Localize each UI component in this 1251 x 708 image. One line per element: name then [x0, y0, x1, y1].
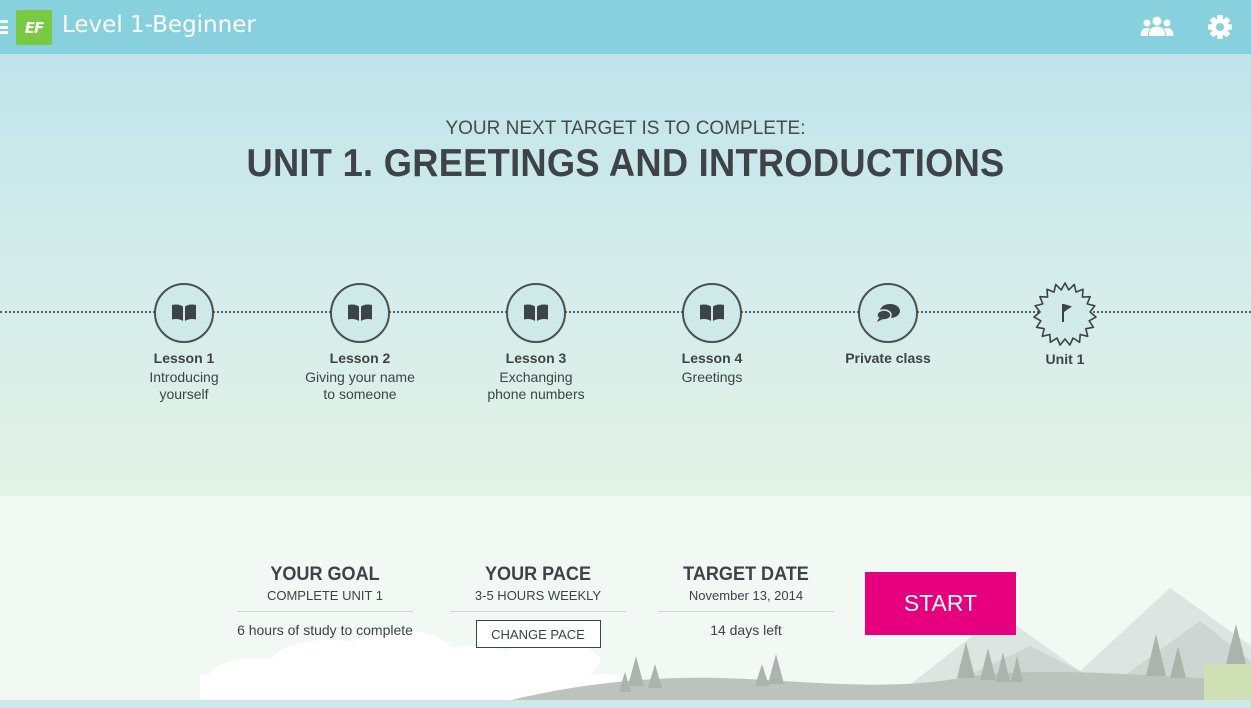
target-date-heading: TARGET DATE: [683, 564, 809, 585]
step-unit-1[interactable]: Unit 1: [975, 280, 1155, 367]
step-lesson-1[interactable]: Lesson 1 Introducing yourself: [94, 283, 274, 403]
step-name: Lesson 4: [681, 350, 743, 366]
start-button[interactable]: START: [865, 572, 1016, 635]
step-name: Lesson 2: [329, 350, 391, 366]
goal-panel: YOUR GOAL COMPLETE UNIT 1 6 hours of stu…: [237, 564, 413, 638]
chat-icon: [858, 283, 918, 343]
step-name: Lesson 1: [153, 350, 215, 366]
hero-section: YOUR NEXT TARGET IS TO COMPLETE: UNIT 1.…: [0, 54, 1251, 496]
app-title: Level 1-Beginner: [62, 12, 256, 38]
book-icon: [154, 283, 214, 343]
target-kicker: YOUR NEXT TARGET IS TO COMPLETE:: [445, 118, 806, 139]
menu-icon[interactable]: [0, 20, 8, 34]
gear-icon[interactable]: [1206, 13, 1234, 41]
book-icon: [682, 283, 742, 343]
step-name: Private class: [845, 350, 931, 366]
pace-value: 3-5 HOURS WEEKLY: [474, 588, 602, 603]
divider: [658, 611, 834, 612]
step-lesson-4[interactable]: Lesson 4 Greetings: [622, 283, 802, 386]
step-desc: Giving your name to someone: [305, 369, 415, 402]
goal-heading: YOUR GOAL: [270, 564, 380, 585]
pace-heading: YOUR PACE: [485, 564, 591, 585]
step-name: Unit 1: [1045, 351, 1085, 367]
ef-logo: EF: [16, 10, 52, 45]
change-pace-button[interactable]: CHANGE PACE: [475, 620, 601, 648]
divider: [450, 611, 626, 612]
target-date-panel: TARGET DATE November 13, 2014 14 days le…: [658, 564, 834, 638]
days-left: 14 days left: [710, 622, 782, 638]
book-icon: [506, 283, 566, 343]
pace-panel: YOUR PACE 3-5 HOURS WEEKLY CHANGE PACE: [450, 564, 626, 648]
divider: [237, 611, 413, 612]
step-desc: Greetings: [681, 369, 743, 385]
flag-badge-icon: [1032, 280, 1098, 346]
step-desc: Introducing yourself: [149, 369, 219, 402]
goal-value: COMPLETE UNIT 1: [266, 588, 384, 603]
step-desc: Exchanging phone numbers: [487, 369, 585, 402]
unit-title: UNIT 1. GREETINGS AND INTRODUCTIONS: [246, 142, 1005, 185]
goal-note: 6 hours of study to complete: [237, 622, 413, 638]
top-bar: EF Level 1-Beginner: [0, 0, 1251, 54]
step-lesson-3[interactable]: Lesson 3 Exchanging phone numbers: [446, 283, 626, 403]
people-icon[interactable]: [1139, 14, 1175, 40]
plan-section: YOUR GOAL COMPLETE UNIT 1 6 hours of stu…: [0, 496, 1251, 708]
target-date-value: November 13, 2014: [688, 588, 804, 603]
step-lesson-2[interactable]: Lesson 2 Giving your name to someone: [270, 283, 450, 403]
step-private-class[interactable]: Private class: [798, 283, 978, 366]
book-icon: [330, 283, 390, 343]
step-name: Lesson 3: [505, 350, 567, 366]
